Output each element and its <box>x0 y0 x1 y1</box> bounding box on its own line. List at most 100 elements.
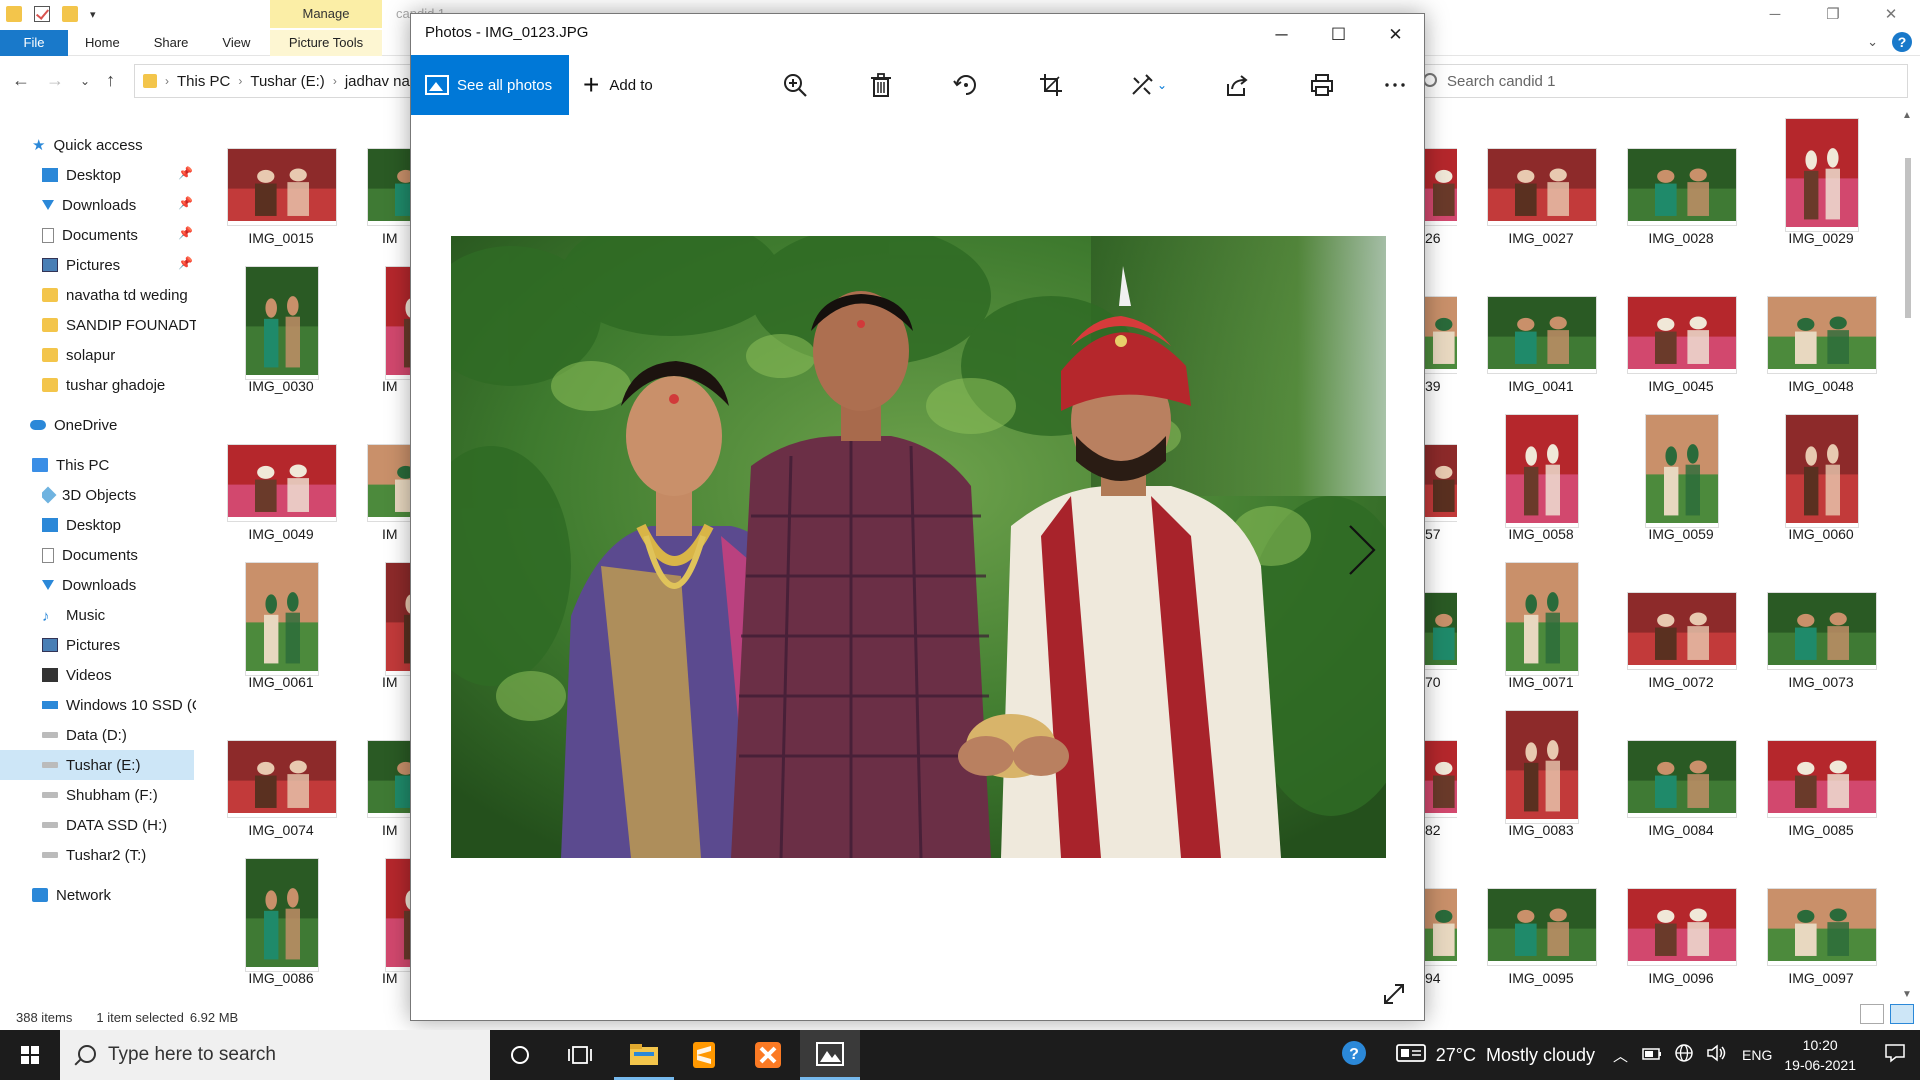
nav-drive-h[interactable]: DATA SSD (H:) <box>42 812 167 838</box>
thumbnail-item[interactable]: IM <box>356 710 410 840</box>
pin-icon[interactable]: 📌 <box>178 196 193 210</box>
next-photo-arrow-icon[interactable] <box>1346 524 1376 576</box>
chevron-right-icon[interactable]: › <box>165 74 169 88</box>
show-hidden-icons-icon[interactable]: ︿ <box>1613 1045 1628 1066</box>
thumbnail-item[interactable]: IMG_0085 <box>1756 710 1886 840</box>
nav-music[interactable]: ♪ Music <box>42 602 105 628</box>
large-icons-view-icon[interactable] <box>1890 1004 1914 1024</box>
nav-quick-access[interactable]: ★ Quick access <box>32 132 143 158</box>
tab-home[interactable]: Home <box>68 30 137 56</box>
thumbnail-item[interactable]: IMG_0071 <box>1476 562 1606 692</box>
thumbnail-item[interactable]: IMG_0073 <box>1756 562 1886 692</box>
breadcrumb-drive[interactable]: Tushar (E:) <box>250 73 324 90</box>
more-options-button[interactable] <box>1377 67 1413 103</box>
thumbnail-item[interactable]: IMG_0097 <box>1756 858 1886 988</box>
taskbar-search-box[interactable]: Type here to search <box>60 1030 490 1080</box>
nav-drive-c[interactable]: Windows 10 SSD (C <box>42 692 196 718</box>
nav-this-pc[interactable]: This PC <box>32 452 109 478</box>
up-icon[interactable]: ↑ <box>106 70 115 91</box>
cortana-button[interactable] <box>490 1030 550 1080</box>
thumbnail-item[interactable]: IMG_0074 <box>216 710 346 840</box>
tab-share[interactable]: Share <box>137 30 206 56</box>
forward-icon[interactable]: → <box>46 70 64 91</box>
tab-view[interactable]: View <box>205 30 267 56</box>
nav-onedrive[interactable]: OneDrive <box>30 412 117 438</box>
thumbnail-item[interactable]: IM <box>356 266 410 396</box>
nav-folder[interactable]: SANDIP FOUNADTI( <box>42 312 196 338</box>
customize-toolbar-icon[interactable]: ▾ <box>90 8 96 21</box>
thumbnail-item[interactable]: IMG_0083 <box>1476 710 1606 840</box>
input-language[interactable]: ENG <box>1742 1047 1772 1063</box>
explorer-search-input[interactable]: Search candid 1 <box>1412 64 1908 98</box>
folder-icon[interactable] <box>6 6 22 22</box>
delete-button[interactable] <box>863 67 899 103</box>
photos-taskbar-button[interactable] <box>800 1030 860 1080</box>
thumbnail-item[interactable]: IM <box>356 414 410 544</box>
sublime-text-taskbar-button[interactable] <box>674 1030 734 1080</box>
nav-folder[interactable]: solapur <box>42 342 115 368</box>
thumbnail-item[interactable]: 26 <box>1425 118 1457 248</box>
thumbnail-item[interactable]: IMG_0027 <box>1476 118 1606 248</box>
thumbnail-item[interactable]: IMG_0029 <box>1756 118 1886 248</box>
thumbnail-item[interactable]: IM <box>356 562 410 692</box>
task-view-button[interactable] <box>550 1030 610 1080</box>
nav-desktop-quick[interactable]: Desktop <box>42 162 121 188</box>
vertical-scrollbar[interactable]: ▲ ▼ <box>1898 110 1918 1000</box>
thumbnail-item[interactable]: IMG_0045 <box>1616 266 1746 396</box>
thumbnail-item[interactable]: IMG_0096 <box>1616 858 1746 988</box>
pin-icon[interactable]: 📌 <box>178 226 193 240</box>
thumbnail-item[interactable]: IMG_0058 <box>1476 414 1606 544</box>
share-button[interactable] <box>1219 67 1255 103</box>
nav-network[interactable]: Network <box>32 882 111 908</box>
thumbnail-item[interactable]: IMG_0049 <box>216 414 346 544</box>
restore-icon[interactable]: ❐ <box>1804 0 1862 30</box>
nav-drive-d[interactable]: Data (D:) <box>42 722 127 748</box>
file-explorer-taskbar-button[interactable] <box>614 1030 674 1080</box>
close-icon[interactable]: ✕ <box>1367 14 1424 56</box>
rotate-button[interactable] <box>948 67 984 103</box>
displayed-photo[interactable] <box>451 236 1386 858</box>
nav-pictures[interactable]: Pictures <box>42 632 120 658</box>
thumbnail-item[interactable]: IM <box>356 118 410 248</box>
thumbnail-item[interactable]: IMG_0028 <box>1616 118 1746 248</box>
crop-button[interactable] <box>1033 67 1069 103</box>
nav-documents-quick[interactable]: Documents <box>42 222 138 248</box>
close-icon[interactable]: ✕ <box>1862 0 1920 30</box>
see-all-photos-button[interactable]: See all photos <box>411 55 569 115</box>
help-icon[interactable]: ? <box>1892 32 1912 52</box>
nav-desktop[interactable]: Desktop <box>42 512 121 538</box>
pin-icon[interactable]: 📌 <box>178 166 193 180</box>
new-folder-icon[interactable] <box>62 6 78 22</box>
nav-downloads[interactable]: Downloads <box>42 572 136 598</box>
recent-locations-icon[interactable]: ⌄ <box>80 70 90 91</box>
weather-icon[interactable] <box>1395 1042 1426 1069</box>
thumbnail-item[interactable]: 57 <box>1425 414 1457 544</box>
nav-folder[interactable]: tushar ghadoje <box>42 372 165 398</box>
fullscreen-expand-icon[interactable] <box>1382 982 1406 1006</box>
volume-icon[interactable] <box>1706 1043 1728 1067</box>
thumbnail-item[interactable]: IM <box>356 858 410 988</box>
thumbnail-item[interactable]: IMG_0095 <box>1476 858 1606 988</box>
breadcrumb-folder[interactable]: jadhav na <box>345 73 410 90</box>
minimize-icon[interactable]: ─ <box>1253 14 1310 56</box>
help-tray-icon[interactable]: ? <box>1340 1039 1368 1072</box>
scroll-up-icon[interactable]: ▲ <box>1902 110 1912 121</box>
thumbnail-item[interactable]: IMG_0061 <box>216 562 346 692</box>
thumbnail-item[interactable]: IMG_0059 <box>1616 414 1746 544</box>
weather-text[interactable]: 27°C Mostly cloudy <box>1436 1045 1595 1066</box>
clock[interactable]: 10:20 19-06-2021 <box>1784 1035 1856 1075</box>
notifications-icon[interactable] <box>1884 1043 1906 1068</box>
thumbnail-item[interactable]: IMG_0041 <box>1476 266 1606 396</box>
nav-videos[interactable]: Videos <box>42 662 112 688</box>
thumbnail-item[interactable]: IMG_0060 <box>1756 414 1886 544</box>
edit-create-button[interactable]: ⌄ <box>1123 67 1173 103</box>
thumbnail-item[interactable]: 39 <box>1425 266 1457 396</box>
nav-drive-t[interactable]: Tushar2 (T:) <box>42 842 146 868</box>
start-button[interactable] <box>0 1030 60 1080</box>
details-view-icon[interactable] <box>1860 1004 1884 1024</box>
chevron-right-icon[interactable]: › <box>238 74 242 88</box>
add-to-button[interactable]: + Add to <box>583 55 653 115</box>
nav-3d-objects[interactable]: 3D Objects <box>42 482 136 508</box>
tab-picture-tools[interactable]: Picture Tools <box>270 29 382 56</box>
maximize-icon[interactable]: ☐ <box>1310 14 1367 56</box>
